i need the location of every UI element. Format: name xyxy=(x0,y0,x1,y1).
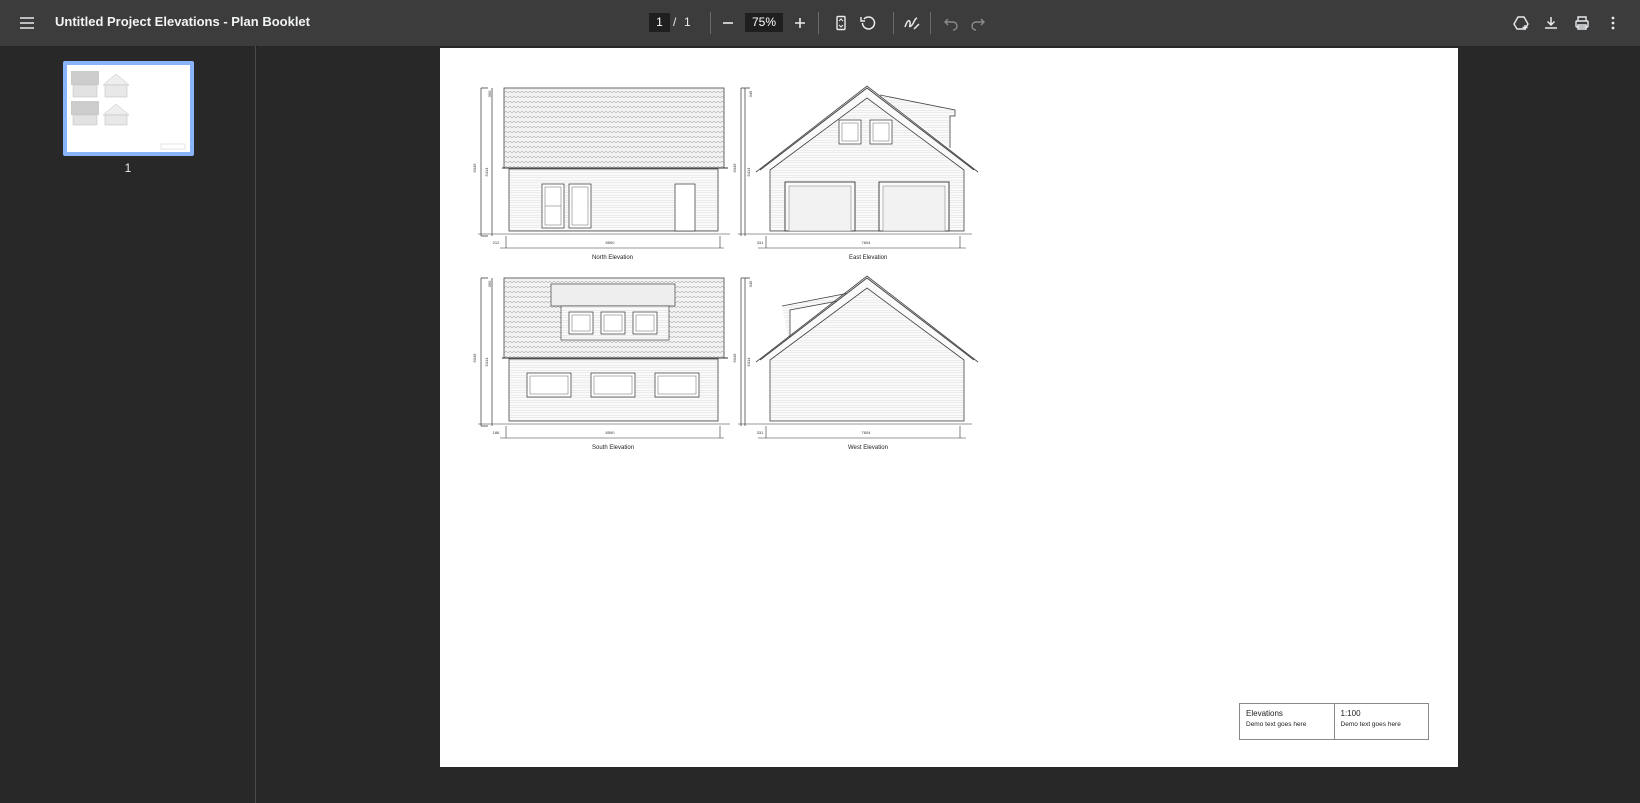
total-pages: 1 xyxy=(684,15,691,29)
dimension-text: 6049 xyxy=(732,163,737,173)
dimension-text: 8590 xyxy=(606,430,616,435)
zoom-input[interactable]: 75% xyxy=(745,13,783,32)
menu-icon[interactable] xyxy=(15,11,39,35)
document-title: Untitled Project Elevations - Plan Bookl… xyxy=(55,14,310,29)
dimension-text: 345 xyxy=(748,90,753,97)
dimension-text: 6049 xyxy=(732,353,737,363)
dimension-text: 186 xyxy=(493,430,500,435)
thumbnail-sidebar: 1 xyxy=(0,46,256,803)
west-elevation-drawing xyxy=(738,275,979,439)
download-icon[interactable] xyxy=(1539,11,1563,35)
rotate-icon[interactable] xyxy=(856,11,880,35)
dimension-text: 5414 xyxy=(484,357,489,367)
dimension-text: 5414 xyxy=(746,167,751,177)
toolbar: Untitled Project Elevations - Plan Bookl… xyxy=(0,0,1640,46)
east-elevation-drawing xyxy=(738,85,979,249)
title-block-subtext: Demo text goes here xyxy=(1246,721,1307,728)
redo-icon[interactable] xyxy=(966,11,990,35)
north-elevation-drawing xyxy=(478,87,730,249)
title-block-heading: Elevations xyxy=(1246,709,1283,718)
dimension-text: 5414 xyxy=(746,357,751,367)
zoom-out-button[interactable] xyxy=(716,11,740,35)
page-thumbnail[interactable] xyxy=(63,61,194,156)
fit-page-icon[interactable] xyxy=(829,11,853,35)
elevation-caption: West Elevation xyxy=(848,445,888,451)
dimension-text: 212 xyxy=(493,240,500,245)
pdf-page: 8590 212 6049 5414 360 7604 331 6049 541… xyxy=(440,48,1458,767)
elevation-drawings: 8590 212 6049 5414 360 7604 331 6049 541… xyxy=(472,85,979,439)
page-number-input[interactable]: 1 xyxy=(649,13,670,32)
title-block-left: Elevations Demo text goes here xyxy=(1240,704,1334,739)
print-icon[interactable] xyxy=(1570,11,1594,35)
dimension-text: 6049 xyxy=(472,163,477,173)
thumbnail-preview xyxy=(71,71,186,150)
dimension-text: 331 xyxy=(757,240,764,245)
dimension-text: 345 xyxy=(748,280,753,287)
elevation-caption: South Elevation xyxy=(592,445,635,451)
toolbar-divider xyxy=(710,12,711,34)
south-elevation-drawing xyxy=(478,277,730,439)
title-block-right: 1:100 Demo text goes here xyxy=(1333,704,1429,739)
scale-label: 1:100 xyxy=(1340,709,1361,718)
dimension-text: 5414 xyxy=(484,167,489,177)
dimension-text: 6049 xyxy=(472,353,477,363)
toolbar-divider xyxy=(930,12,931,34)
dimension-text: 7604 xyxy=(862,430,872,435)
page-separator: / xyxy=(673,15,677,29)
zoom-in-button[interactable] xyxy=(788,11,812,35)
undo-icon[interactable] xyxy=(939,11,963,35)
thumbnail-page-label: 1 xyxy=(124,161,132,175)
toolbar-divider xyxy=(893,12,894,34)
title-block: Elevations Demo text goes here 1:100 Dem… xyxy=(1239,703,1429,740)
elevation-caption: North Elevation xyxy=(592,255,634,261)
dimension-text: 360 xyxy=(487,90,492,97)
dimension-text: 331 xyxy=(757,430,764,435)
title-block-subtext: Demo text goes here xyxy=(1340,721,1401,728)
dimension-text: 7604 xyxy=(862,240,872,245)
dimension-text: 8590 xyxy=(606,240,616,245)
annotate-icon[interactable] xyxy=(900,11,924,35)
more-options-icon[interactable] xyxy=(1601,11,1625,35)
save-to-drive-icon[interactable] xyxy=(1509,11,1533,35)
elevation-caption: East Elevation xyxy=(849,255,888,261)
dimension-text: 360 xyxy=(487,280,492,287)
toolbar-divider xyxy=(818,12,819,34)
